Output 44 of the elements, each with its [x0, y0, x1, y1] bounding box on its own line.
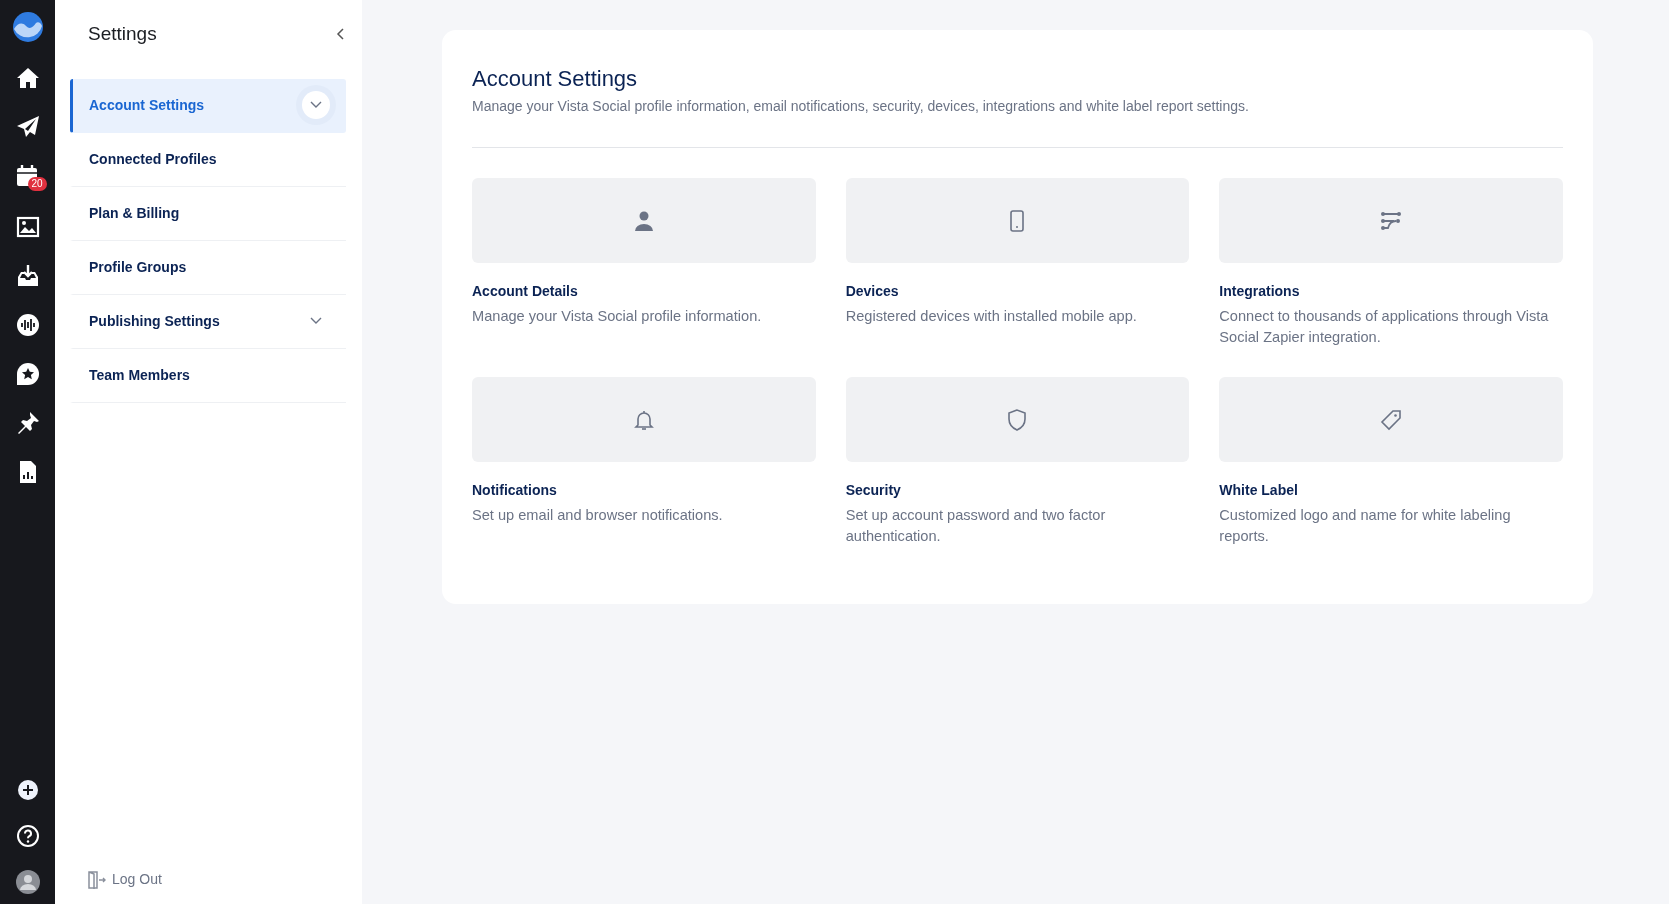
logo-icon[interactable] — [12, 12, 43, 42]
help-icon[interactable] — [15, 824, 40, 848]
tile-title[interactable]: Account Details — [472, 281, 816, 303]
home-icon[interactable] — [15, 66, 40, 90]
paper-plane-icon[interactable] — [15, 115, 40, 139]
tile-description: Set up account password and two factor authentication. — [845, 506, 1107, 546]
add-icon[interactable] — [15, 778, 40, 802]
tag-icon — [1379, 407, 1404, 432]
audio-wave-icon[interactable] — [15, 313, 40, 337]
sidebar-item[interactable]: Account Settings — [70, 78, 346, 133]
sidebar-item[interactable]: Team Members — [70, 348, 346, 403]
inbox-icon[interactable] — [15, 264, 40, 288]
tile-description: Manage your Vista Social profile information. — [472, 307, 763, 327]
collapse-icon[interactable] — [336, 28, 346, 41]
sidebar-item[interactable]: Profile Groups — [70, 240, 346, 295]
tile-title[interactable]: Notifications — [472, 480, 816, 502]
tile-title[interactable]: Security — [845, 480, 1190, 502]
chevron-down-icon[interactable] — [310, 317, 322, 325]
star-bubble-icon[interactable] — [15, 362, 40, 386]
notification-badge: 20 — [27, 177, 47, 191]
tile-banner[interactable] — [845, 178, 1190, 264]
tile-title[interactable]: White Label — [1219, 480, 1563, 502]
tile-banner[interactable] — [472, 377, 816, 463]
chevron-down-icon[interactable] — [310, 101, 322, 109]
tile-description: Connect to thousands of applications through Vista Social Zapier integration. — [1219, 307, 1550, 347]
tile-banner[interactable] — [1219, 178, 1563, 264]
sidebar-item[interactable]: Connected Profiles — [70, 132, 346, 187]
sidebar-title: Settings — [88, 22, 157, 46]
tile-title[interactable]: Devices — [845, 281, 1190, 303]
tile-banner[interactable] — [472, 178, 816, 264]
tile-banner[interactable] — [845, 377, 1190, 463]
page-description: Manage your Vista Social profile information, email notifications, security, devices, integrations and white label report settings. — [472, 96, 1563, 149]
page-title: Account Settings — [472, 66, 639, 93]
tile-description: Set up email and browser notifications. — [472, 506, 724, 526]
logout-link[interactable]: Log Out — [70, 869, 162, 890]
tile-description: Customized logo and name for white labeling reports. — [1219, 506, 1512, 546]
tile-title[interactable]: Integrations — [1219, 281, 1563, 303]
sidebar-item[interactable]: Plan & Billing — [70, 186, 346, 241]
image-icon[interactable] — [15, 215, 40, 239]
sidebar-item[interactable]: Publishing Settings — [70, 294, 346, 349]
tile-description: Registered devices with installed mobile app. — [845, 307, 1138, 327]
logout-icon — [88, 869, 106, 890]
avatar-icon[interactable] — [15, 870, 40, 894]
tile-banner[interactable] — [1219, 377, 1563, 463]
